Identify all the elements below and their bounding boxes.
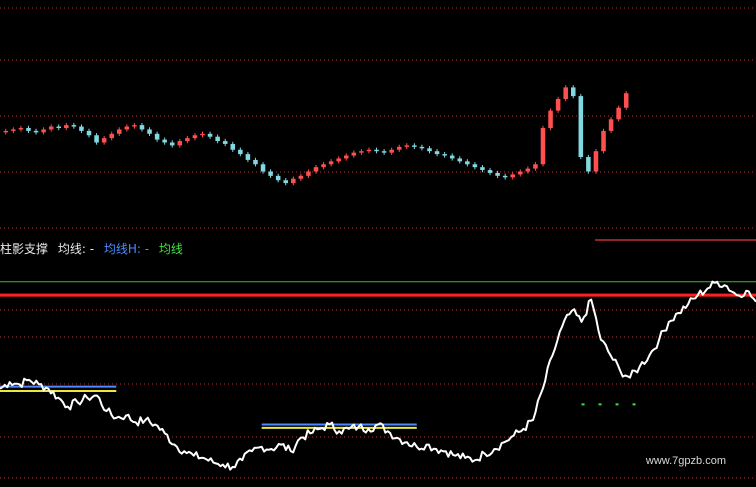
candle-body (578, 96, 584, 157)
candle-body (548, 110, 553, 128)
candle-body (457, 158, 463, 162)
candle-body (306, 171, 311, 176)
candle-body (487, 170, 493, 173)
candle-body (192, 135, 198, 139)
candle-body (336, 158, 341, 162)
candle-body (200, 133, 205, 136)
candle-body (207, 133, 213, 137)
candle-body (465, 161, 470, 165)
candle-body (238, 149, 243, 155)
legend-ma-h: 均线H: - (103, 242, 150, 256)
candle-body (593, 151, 599, 172)
candle-body (518, 171, 523, 175)
candle-body (177, 141, 183, 146)
candle-body (623, 93, 629, 108)
candle-body (381, 151, 387, 153)
candle-body (33, 130, 39, 133)
indicator-name: 柱影支撑 (0, 242, 49, 256)
candle-body (616, 107, 621, 120)
candle-body (215, 136, 220, 142)
candle-body (230, 143, 236, 150)
candle-body (404, 145, 410, 147)
candle-body (366, 149, 372, 152)
candle-body (48, 126, 54, 130)
candle-body (563, 87, 568, 99)
candle-body (472, 164, 478, 168)
candle-body (495, 172, 500, 176)
candle-body (389, 149, 394, 153)
candle-body (64, 125, 69, 128)
candle-body (480, 167, 485, 171)
candle-body (510, 174, 515, 178)
candle-body (268, 171, 273, 176)
candle-body (3, 130, 9, 133)
candle-body (253, 159, 258, 165)
candle-body (396, 146, 402, 150)
legend-ma-green: 均线 (158, 242, 183, 256)
candle-body (162, 139, 167, 143)
candle-body (533, 164, 538, 169)
chart-stage: 柱影支撑 均线: - 均线H: - 均线 www.7gpzb.com (0, 0, 756, 487)
candle-body (283, 180, 289, 184)
legend-ma: 均线: - (57, 242, 95, 256)
candle-body (86, 130, 92, 136)
candle-body (11, 129, 16, 131)
candle-body (124, 126, 130, 130)
candle-body (442, 154, 447, 156)
candle-body (291, 178, 296, 184)
candle-body (245, 154, 251, 160)
candle-body (525, 168, 531, 172)
watermark: www.7gpzb.com (645, 455, 726, 467)
candle-body (56, 126, 62, 128)
candle-body (601, 130, 606, 152)
candle-body (374, 149, 379, 152)
candle-body (321, 164, 326, 168)
candle-body (502, 175, 508, 178)
indicator-main-line (0, 280, 756, 471)
candle-body (117, 129, 122, 134)
candle-body (260, 164, 266, 172)
candle-body (185, 138, 190, 142)
candle-body (147, 129, 152, 134)
candle-body (586, 157, 591, 172)
candle-body (139, 125, 145, 130)
candle-body (94, 135, 99, 143)
candle-body (343, 155, 349, 159)
indicator-legend: 柱影支撑 均线: - 均线H: - 均线 (0, 240, 189, 258)
candle-body (328, 161, 334, 165)
candle-body (570, 87, 576, 97)
candle-body (132, 125, 137, 127)
candle-body (154, 133, 160, 140)
candle-body (449, 155, 455, 159)
candle-body (555, 99, 561, 111)
candle-body (275, 175, 281, 181)
candle-body (298, 175, 304, 179)
candle-body (359, 151, 364, 153)
candle-body (222, 141, 228, 144)
candle-body (608, 119, 614, 131)
candle-body (18, 128, 24, 130)
candle-body (313, 167, 319, 172)
candle-body (79, 126, 84, 131)
candle-body (41, 129, 46, 133)
candle-body (427, 148, 432, 152)
candle-body (412, 145, 417, 147)
candle-body (101, 138, 107, 143)
candle-body (26, 128, 31, 131)
candle-body (169, 142, 175, 146)
candle-body (109, 133, 114, 139)
candle-body (351, 152, 357, 156)
candle-body (540, 128, 546, 165)
candle-body (71, 125, 77, 127)
candle-body (434, 151, 440, 155)
candle-body (419, 146, 425, 149)
